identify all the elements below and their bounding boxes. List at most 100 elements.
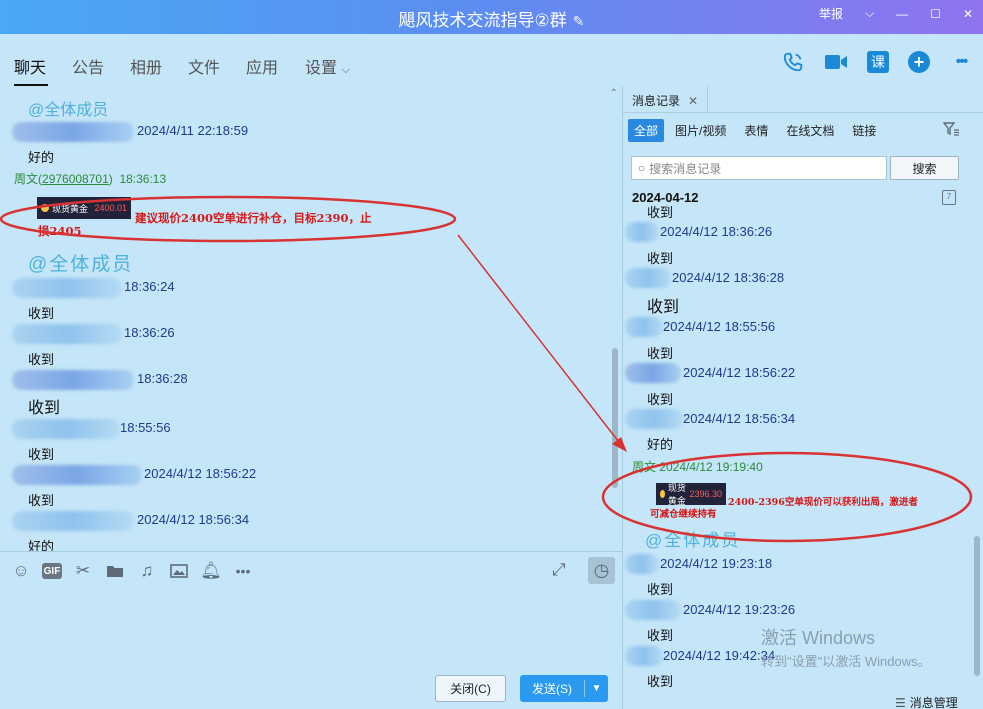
report-button[interactable]: 举报 xyxy=(819,5,843,22)
bell-icon[interactable]: 🔔︎ xyxy=(200,560,222,582)
message-time: 2024/4/11 22:18:59 xyxy=(137,123,249,138)
more-icon[interactable]: ••• xyxy=(232,560,254,582)
message-manager-button[interactable]: ☰ 消息管理 xyxy=(895,694,958,709)
image-icon[interactable] xyxy=(168,560,190,582)
folder-icon[interactable] xyxy=(104,560,126,582)
close-button[interactable]: 关闭(C) xyxy=(435,675,506,702)
send-label: 发送(S) xyxy=(532,682,572,696)
tab-settings-label: 设置 xyxy=(305,60,338,77)
message-text: 好的 xyxy=(647,437,674,452)
gold-price-image[interactable]: 现货黄金 2396.30 xyxy=(656,481,726,507)
tab-notice[interactable]: 公告 xyxy=(72,54,104,78)
tab-history[interactable]: 消息记录 ✕ xyxy=(632,92,698,109)
message-text: 收到 xyxy=(647,392,674,407)
tab-files[interactable]: 文件 xyxy=(188,54,220,78)
message-text: 好的 xyxy=(28,150,55,165)
message-time: 18:36:24 xyxy=(124,279,175,294)
gold-price-image[interactable]: 现货黄金 2400.01 xyxy=(37,197,131,219)
blurred-sender xyxy=(12,465,142,485)
search-button[interactable]: 搜索 xyxy=(890,156,959,180)
chevron-down-icon[interactable]: ▼ xyxy=(585,683,608,694)
search-placeholder: 搜索消息记录 xyxy=(649,161,722,176)
class-icon[interactable]: 课 xyxy=(867,51,889,73)
sender-id-link[interactable]: 2976008701 xyxy=(42,172,109,186)
window-controls: 举报 ⌵ — ☐ ✕ xyxy=(819,5,973,22)
red-note-line1: 建议现价2400空单进行补仓，目标2390，止 xyxy=(135,211,372,225)
filter-media[interactable]: 图片/视频 xyxy=(675,122,726,139)
filter-docs[interactable]: 在线文档 xyxy=(786,122,834,139)
coin-icon xyxy=(41,204,49,212)
filter-icon[interactable] xyxy=(942,122,959,139)
music-icon[interactable]: ♫ xyxy=(136,560,158,582)
clock-icon[interactable]: ◷ xyxy=(588,557,615,584)
message-time: 2024/4/12 18:36:28 xyxy=(672,270,785,285)
filter-all[interactable]: 全部 xyxy=(628,119,665,142)
edit-icon[interactable]: ✎ xyxy=(573,13,585,29)
emoji-icon[interactable]: ☺ xyxy=(10,560,32,582)
message-manager-label: 消息管理 xyxy=(909,696,958,709)
mention-all: @全体成员 xyxy=(28,102,109,119)
chat-messages: ⌃ @全体成员 2024/4/11 22:18:59 好的 周文(2976008… xyxy=(0,86,622,551)
header-actions: 课 + ••• xyxy=(762,50,973,74)
blurred-sender xyxy=(625,317,663,337)
chevron-down-icon[interactable]: ⌵ xyxy=(865,6,874,21)
gold-label: 现货黄金 xyxy=(41,202,88,215)
gif-icon[interactable]: GIF xyxy=(42,563,62,579)
blurred-sender xyxy=(12,278,122,298)
tab-settings[interactable]: 设置 ⌵ xyxy=(305,54,350,78)
message-time: 2024/4/12 18:55:56 xyxy=(663,319,776,334)
tab-chat[interactable]: 聊天 xyxy=(14,54,46,78)
search-icon: ○ xyxy=(638,161,646,175)
filter-links[interactable]: 链接 xyxy=(852,122,876,139)
activation-watermark-text: 转到"设置"以激活 Windows。 xyxy=(761,654,931,669)
collapse-icon[interactable]: ⌃ xyxy=(610,88,618,99)
blurred-sender xyxy=(625,554,659,574)
more-icon[interactable]: ••• xyxy=(949,50,973,74)
input-divider xyxy=(0,551,622,552)
gold-card-label: 现货黄金 xyxy=(667,483,686,506)
maximize-icon[interactable]: ☐ xyxy=(930,7,941,21)
gold-label: 现货黄金 xyxy=(660,481,689,507)
expand-icon[interactable]: ⤢ xyxy=(552,560,566,580)
scissors-icon[interactable]: ✂ xyxy=(72,560,94,582)
message-text: 收到 xyxy=(28,447,55,462)
blurred-sender xyxy=(625,268,671,288)
tab-apps[interactable]: 应用 xyxy=(246,54,278,78)
mention-all: @全体成员 xyxy=(645,531,741,550)
video-icon[interactable] xyxy=(824,50,848,74)
gold-card-label: 现货黄金 xyxy=(52,203,89,214)
message-text: 收到 xyxy=(28,493,55,508)
minimize-icon[interactable]: — xyxy=(896,7,908,21)
gold-card-price: 2400.01 xyxy=(94,203,127,213)
chat-scrollbar[interactable] xyxy=(612,348,618,488)
blurred-sender xyxy=(12,419,120,439)
history-filters: 全部 图片/视频 表情 在线文档 链接 xyxy=(628,119,894,142)
message-time: 2024/4/12 18:36:26 xyxy=(660,224,773,239)
message-history-panel: 消息记录 ✕ 全部 图片/视频 表情 在线文档 链接 ○ 搜索消息记录 搜索 202… xyxy=(623,86,983,709)
sender-time: 18:36:13 xyxy=(119,172,167,186)
message-text: 收到 xyxy=(647,346,674,361)
filter-stickers[interactable]: 表情 xyxy=(744,122,768,139)
calendar-icon[interactable]: 7 xyxy=(942,190,956,205)
close-icon[interactable]: ✕ xyxy=(963,7,973,21)
sender-line: 周文 2024/4/12 19:19:40 xyxy=(632,460,763,474)
input-toolbar: ☺ GIF ✂ ♫ 🔔︎ ••• xyxy=(10,560,264,582)
message-text: 收到 xyxy=(647,582,674,597)
history-scrollbar[interactable] xyxy=(974,536,980,676)
blurred-sender xyxy=(625,363,681,383)
blurred-sender xyxy=(625,222,659,242)
close-icon[interactable]: ✕ xyxy=(688,94,698,108)
send-button[interactable]: 发送(S) ▼ xyxy=(520,675,608,702)
history-tab-line xyxy=(623,112,983,113)
history-search-input[interactable]: ○ 搜索消息记录 xyxy=(631,156,887,180)
message-text: 收到 xyxy=(28,400,61,417)
message-manager-icon: ☰ xyxy=(895,695,906,709)
message-time: 2024/4/12 18:56:22 xyxy=(683,365,796,380)
blurred-sender xyxy=(625,600,681,620)
message-time: 18:36:26 xyxy=(124,325,175,340)
tab-album[interactable]: 相册 xyxy=(130,54,162,78)
message-text: 收到 xyxy=(28,306,55,321)
blurred-sender xyxy=(625,646,663,666)
phone-icon[interactable] xyxy=(781,50,805,74)
add-icon[interactable]: + xyxy=(908,51,930,73)
